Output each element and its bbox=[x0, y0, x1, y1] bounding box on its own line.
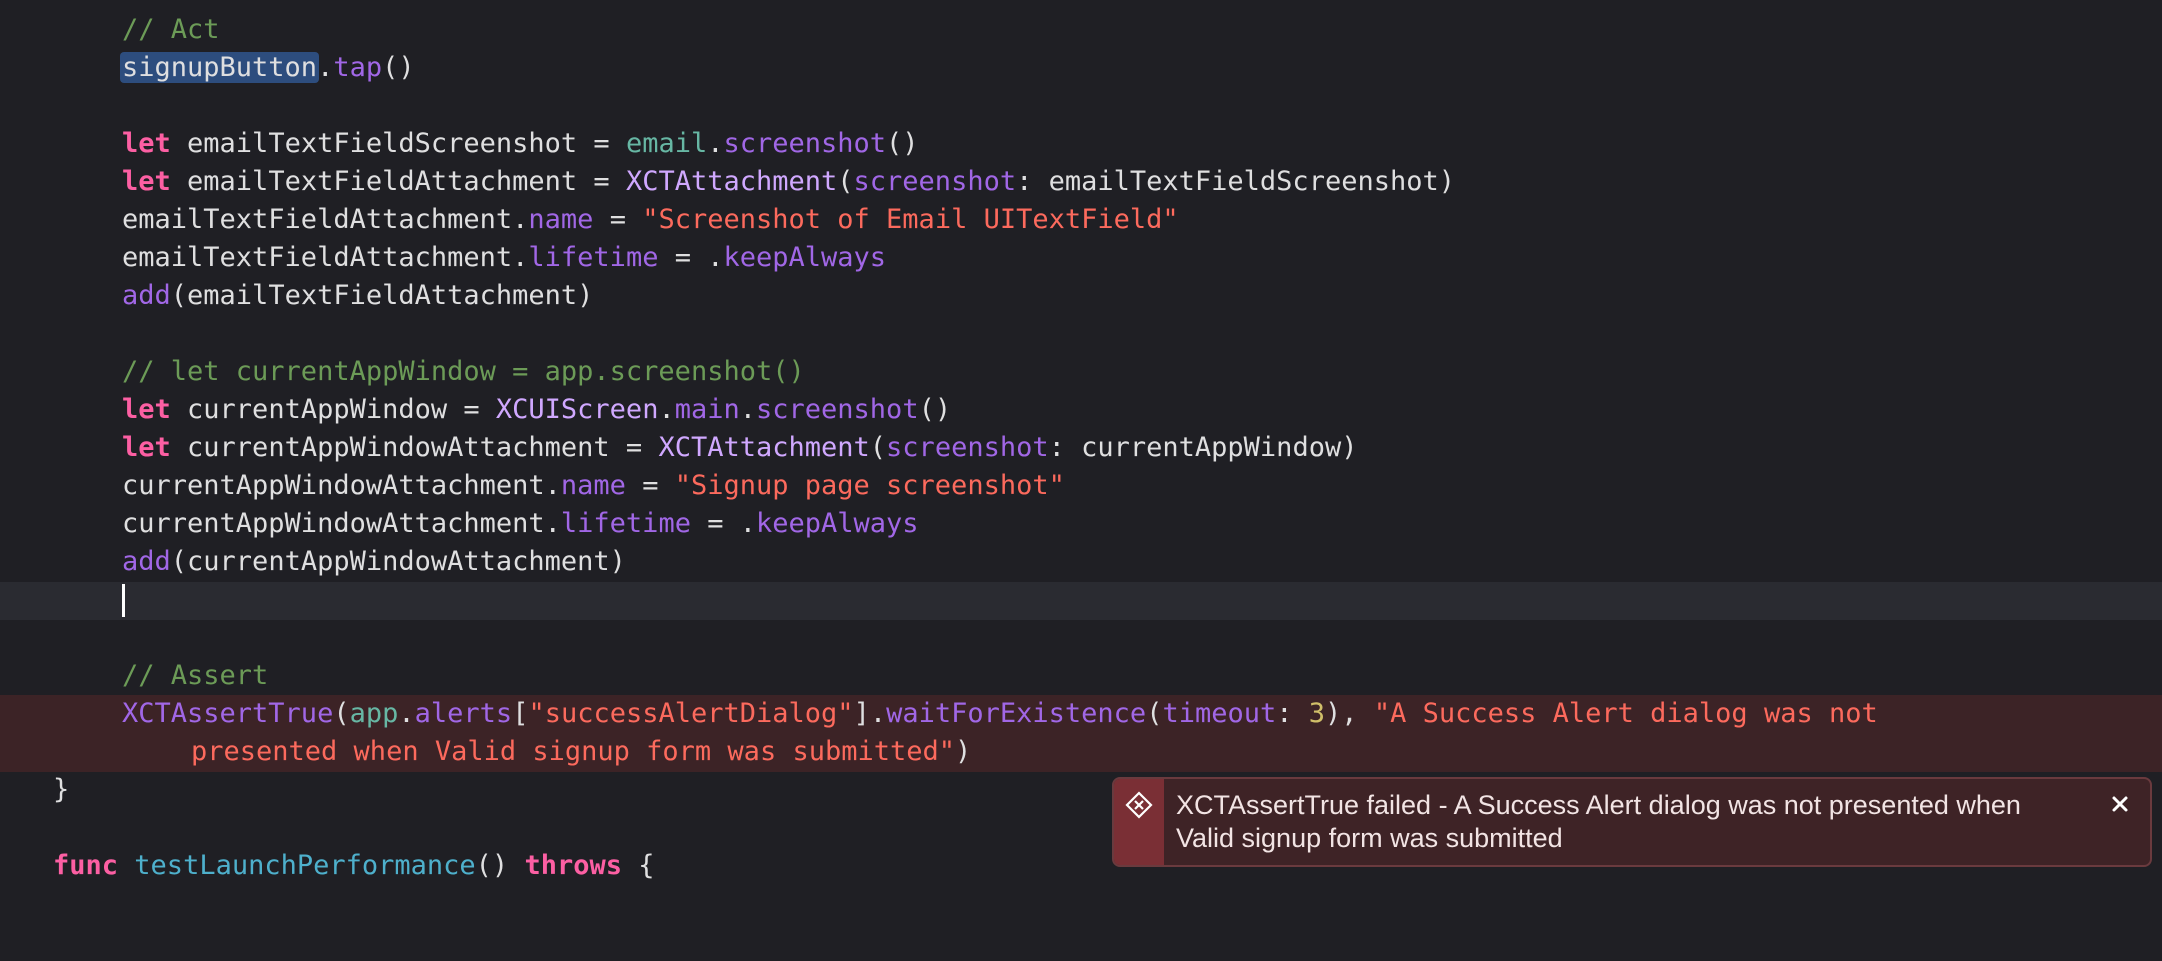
code-line: signupButton.tap() bbox=[120, 52, 415, 83]
code-line: let emailTextFieldScreenshot = email.scr… bbox=[122, 128, 919, 159]
current-line-highlight bbox=[0, 582, 2162, 620]
method-call: tap bbox=[333, 52, 383, 83]
code-editor[interactable]: // Act signupButton.tap() let emailTextF… bbox=[0, 0, 2162, 881]
test-failure-banner[interactable]: XCTAssertTrue failed - A Success Alert d… bbox=[1112, 777, 2152, 867]
code-line-error: XCTAssertTrue(app.alerts["successAlertDi… bbox=[122, 698, 1878, 729]
code-line: let emailTextFieldAttachment = XCTAttach… bbox=[122, 166, 1455, 197]
function-name: testLaunchPerformance bbox=[134, 850, 476, 881]
error-x-icon bbox=[1125, 791, 1153, 823]
code-line: // let currentAppWindow = app.screenshot… bbox=[0, 353, 2162, 391]
close-icon[interactable] bbox=[2109, 793, 2131, 819]
code-line: add(currentAppWindowAttachment) bbox=[122, 546, 626, 577]
dismiss-error-button[interactable] bbox=[2090, 779, 2150, 865]
comment: // Act bbox=[122, 14, 220, 45]
selected-text[interactable]: signupButton bbox=[120, 52, 320, 83]
code-line: let currentAppWindow = XCUIScreen.main.s… bbox=[122, 394, 952, 425]
comment: // Assert bbox=[122, 660, 269, 691]
comment: // let currentAppWindow = app.screenshot… bbox=[122, 356, 805, 387]
code-line-error: presented when Valid signup form was sub… bbox=[191, 736, 972, 767]
text-cursor bbox=[122, 584, 125, 617]
code-line: emailTextFieldAttachment.lifetime = .kee… bbox=[122, 242, 887, 273]
code-line: currentAppWindowAttachment.lifetime = .k… bbox=[122, 508, 919, 539]
code-line: add(emailTextFieldAttachment) bbox=[122, 280, 594, 311]
code-line: let currentAppWindowAttachment = XCTAtta… bbox=[122, 432, 1358, 463]
code-line: currentAppWindowAttachment.name = "Signu… bbox=[122, 470, 1065, 501]
error-message: XCTAssertTrue failed - A Success Alert d… bbox=[1176, 790, 2021, 853]
code-line: // Act bbox=[0, 11, 2162, 49]
error-icon-column bbox=[1114, 779, 1164, 865]
code-line: // Assert bbox=[0, 657, 2162, 695]
code-line: emailTextFieldAttachment.name = "Screens… bbox=[122, 204, 1179, 235]
